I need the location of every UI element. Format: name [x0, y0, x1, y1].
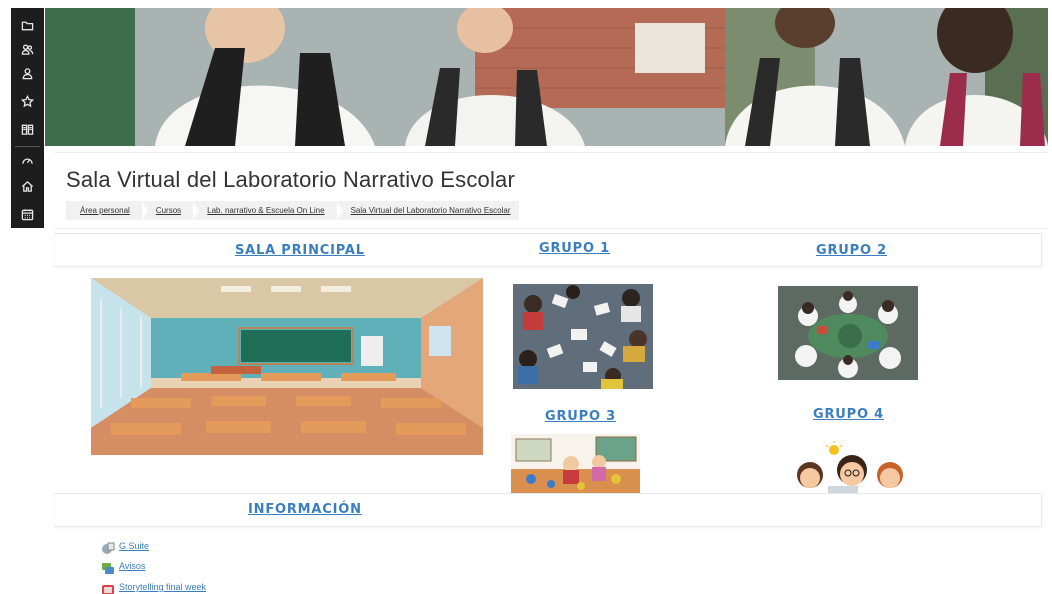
grupo-4-image[interactable]	[790, 440, 910, 493]
breadcrumb-separator	[336, 201, 343, 220]
breadcrumb-item[interactable]: Cursos	[154, 206, 193, 215]
list-item[interactable]: G Suite	[101, 538, 149, 554]
breadcrumb: Área personal Cursos Lab. narrativo & Es…	[66, 201, 519, 220]
page-root: Sala Virtual del Laboratorio Narrativo E…	[0, 0, 1052, 594]
informacion-link[interactable]: INFORMACIÓN	[248, 502, 362, 517]
classroom-image[interactable]	[91, 278, 483, 455]
list-item[interactable]: Avisos	[101, 558, 145, 574]
breadcrumb-item[interactable]: Área personal	[78, 206, 142, 215]
breadcrumb-item[interactable]: Lab. narrativo & Escuela On Line	[205, 206, 336, 215]
grupo-1-link[interactable]: GRUPO 1	[539, 241, 610, 256]
forum-icon	[101, 560, 115, 574]
home-icon[interactable]	[11, 175, 44, 197]
grupo-2-image[interactable]	[778, 286, 918, 380]
book-icon[interactable]	[11, 118, 44, 140]
list-item[interactable]: Storytelling final week	[101, 579, 206, 594]
hero-banner-image	[45, 8, 1048, 146]
left-toolbar	[11, 8, 44, 228]
folder-icon[interactable]	[11, 14, 44, 36]
users-icon[interactable]	[11, 38, 44, 60]
avisos-link[interactable]: Avisos	[119, 561, 145, 571]
storytelling-link[interactable]: Storytelling final week	[119, 582, 206, 592]
gsuite-link[interactable]: G Suite	[119, 541, 149, 551]
grupo-1-image[interactable]	[513, 284, 653, 389]
breadcrumb-separator	[193, 201, 200, 220]
gsuite-icon	[101, 540, 115, 554]
star-icon[interactable]	[11, 90, 44, 112]
calendar-icon[interactable]	[11, 203, 44, 225]
section-header-bar	[54, 493, 1042, 527]
toolbar-divider	[15, 146, 40, 147]
grupo-2-link[interactable]: GRUPO 2	[816, 243, 887, 258]
sala-principal-link[interactable]: SALA PRINCIPAL	[235, 243, 365, 258]
breadcrumb-item-current[interactable]: Sala Virtual del Laboratorio Narrativo E…	[349, 206, 515, 215]
grupo-4-link[interactable]: GRUPO 4	[813, 407, 884, 422]
user-icon[interactable]	[11, 62, 44, 84]
video-icon	[101, 581, 115, 594]
breadcrumb-separator	[141, 201, 148, 220]
grupo-3-link[interactable]: GRUPO 3	[545, 409, 616, 424]
page-title: Sala Virtual del Laboratorio Narrativo E…	[66, 167, 516, 192]
page-header: Sala Virtual del Laboratorio Narrativo E…	[54, 152, 1048, 229]
grupo-3-image[interactable]	[511, 434, 640, 493]
gauge-icon[interactable]	[11, 149, 44, 171]
